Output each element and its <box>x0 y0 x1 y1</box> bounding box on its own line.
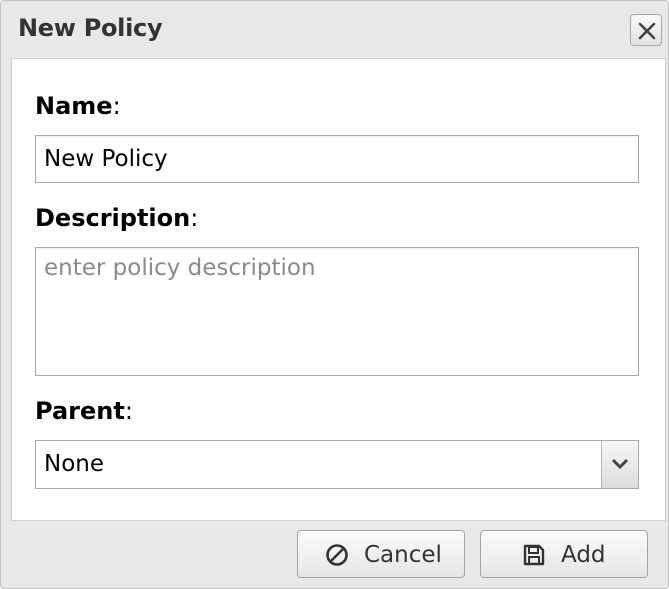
dialog-body: Name: Description: Parent: None <box>11 58 666 521</box>
parent-label: Parent: <box>35 397 133 425</box>
name-label-colon: : <box>112 92 121 120</box>
close-icon <box>638 22 656 40</box>
description-label-colon: : <box>190 204 199 232</box>
cancel-button-label: Cancel <box>364 542 442 568</box>
description-textarea[interactable] <box>35 247 639 376</box>
cancel-button[interactable]: Cancel <box>297 530 465 578</box>
parent-select[interactable]: None <box>35 440 639 489</box>
name-input[interactable] <box>35 135 639 183</box>
name-label-text: Name <box>35 92 113 120</box>
ban-icon <box>326 544 348 566</box>
dialog-title: New Policy <box>18 14 163 42</box>
new-policy-dialog: New Policy Name: Description: Parent: No… <box>0 0 669 589</box>
dialog-titlebar: New Policy <box>1 1 668 57</box>
parent-select-value: None <box>44 451 105 477</box>
add-button-label: Add <box>561 542 606 568</box>
save-icon <box>523 544 545 566</box>
parent-select-toggle[interactable] <box>601 441 638 488</box>
close-button[interactable] <box>630 14 662 46</box>
parent-label-text: Parent <box>35 397 125 425</box>
chevron-down-icon <box>611 458 629 470</box>
parent-label-colon: : <box>124 397 133 425</box>
description-label-text: Description <box>35 204 191 232</box>
name-label: Name: <box>35 92 121 120</box>
add-button[interactable]: Add <box>480 530 648 578</box>
description-label: Description: <box>35 204 198 232</box>
